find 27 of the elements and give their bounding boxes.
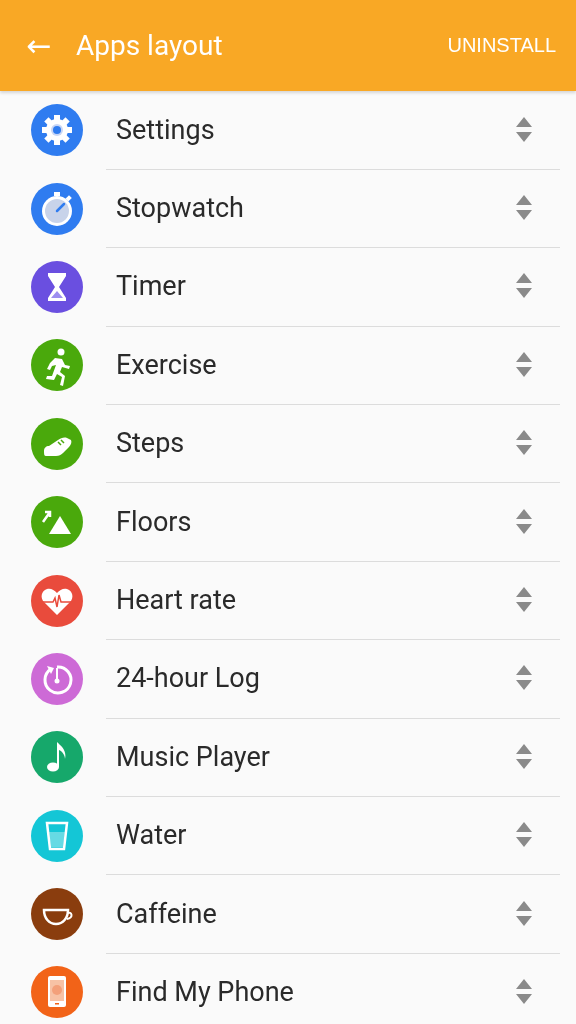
app-name: 24-hour Log — [115, 662, 261, 695]
reorder-handle-icon[interactable] — [516, 273, 532, 300]
back-button[interactable]: ← — [22, 28, 56, 63]
app-name: Water — [115, 819, 188, 852]
app-name: Steps — [115, 427, 186, 460]
reorder-handle-icon[interactable] — [516, 587, 532, 614]
reorder-handle-icon[interactable] — [516, 743, 532, 770]
reorder-handle-icon[interactable] — [516, 900, 532, 927]
reorder-handle-icon[interactable] — [516, 822, 532, 849]
reorder-handle-icon[interactable] — [516, 979, 532, 1005]
uninstall-button[interactable]: UNINSTALL — [447, 34, 556, 57]
app-name: Exercise — [115, 348, 218, 381]
reorder-handle-icon[interactable] — [516, 508, 532, 535]
reorder-handle-icon[interactable] — [516, 665, 532, 692]
screen-title: Apps layout — [76, 29, 224, 62]
app-name: Timer — [115, 270, 187, 303]
reorder-handle-icon[interactable] — [516, 116, 532, 143]
app-name: Settings — [115, 113, 216, 146]
app-name: Find My Phone — [115, 976, 295, 1008]
reorder-handle-icon[interactable] — [516, 195, 532, 222]
app-name: Music Player — [115, 740, 271, 773]
reorder-handle-icon[interactable] — [516, 430, 532, 457]
reorder-handle-icon[interactable] — [516, 351, 532, 378]
app-name: Floors — [115, 505, 193, 538]
app-name: Caffeine — [115, 897, 218, 930]
app-name: Stopwatch — [115, 192, 245, 225]
app-name: Heart rate — [115, 584, 238, 617]
